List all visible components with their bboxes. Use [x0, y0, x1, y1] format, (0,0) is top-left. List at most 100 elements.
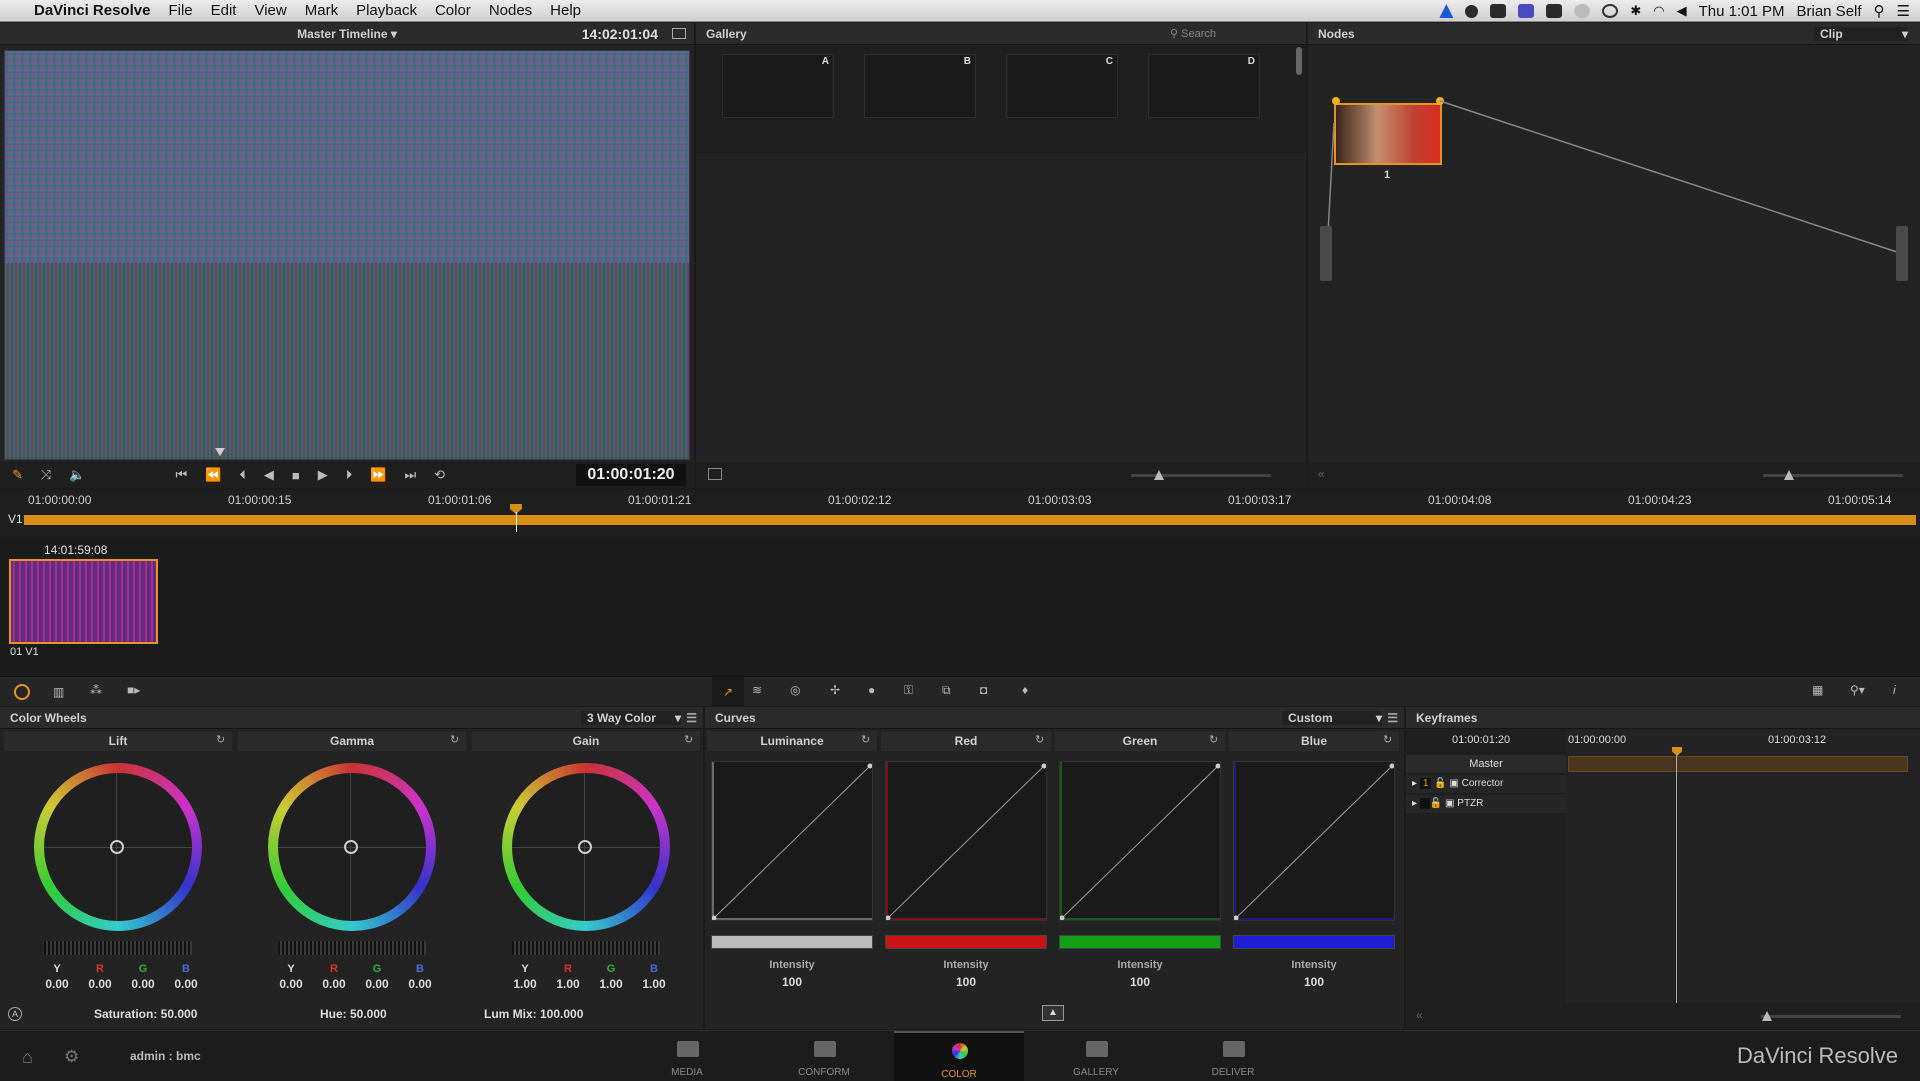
scopes-icon[interactable]: ▥	[53, 685, 64, 699]
master-wheel-gain[interactable]	[512, 941, 660, 955]
reset-icon[interactable]: ↻	[861, 733, 870, 746]
hue-value[interactable]: Hue: 50.000	[320, 1007, 387, 1021]
gamma-b-value[interactable]: 0.00	[403, 977, 437, 991]
record-icon[interactable]	[1465, 4, 1479, 18]
reset-icon[interactable]: ↻	[450, 733, 459, 746]
menu-nodes[interactable]: Nodes	[489, 2, 532, 19]
keyframe-playhead[interactable]	[1672, 747, 1682, 756]
curve-graph-red[interactable]	[885, 761, 1047, 921]
sizing-icon[interactable]: ⧉	[942, 683, 951, 698]
lift-y-value[interactable]: 0.00	[40, 977, 74, 991]
curve-gradient-green[interactable]	[1059, 935, 1221, 949]
menu-edit[interactable]: Edit	[211, 2, 237, 19]
go-to-end-icon[interactable]: ⏭	[404, 467, 416, 483]
home-icon[interactable]: ⌂	[22, 1047, 33, 1068]
gallery-still-c[interactable]: C	[1006, 54, 1118, 118]
reset-icon[interactable]: ↻	[1035, 733, 1044, 746]
curve-graph-green[interactable]	[1059, 761, 1221, 921]
gamma-g-value[interactable]: 0.00	[360, 977, 394, 991]
page-gallery[interactable]: GALLERY	[1031, 1031, 1161, 1081]
volume-icon[interactable]: ◀	[1677, 3, 1687, 19]
sync-icon[interactable]	[1546, 4, 1563, 18]
node-source-input[interactable]	[1320, 226, 1332, 281]
shuffle-icon[interactable]: ⤨	[41, 467, 51, 483]
camera-icon[interactable]: ■▸	[127, 683, 140, 697]
keyframe-zoom-slider[interactable]	[1761, 1015, 1901, 1018]
blur-icon[interactable]: ●	[868, 683, 875, 697]
spotlight-icon[interactable]: ⚲	[1874, 2, 1885, 20]
curve-graph-blue[interactable]	[1233, 761, 1395, 921]
collapse-icon[interactable]: «	[1416, 1008, 1423, 1022]
go-to-start-icon[interactable]: ⏮	[176, 467, 188, 483]
gallery-view-icon[interactable]	[708, 468, 722, 480]
bubble-icon[interactable]	[1574, 4, 1591, 18]
collapse-icon[interactable]: «	[1318, 467, 1325, 481]
keyframe-row-master[interactable]: Master	[1406, 755, 1566, 773]
color-wheels-palette-icon[interactable]	[14, 684, 30, 700]
gain-y-value[interactable]: 1.00	[508, 977, 542, 991]
hsl-qualifier-icon[interactable]: ≋	[752, 683, 762, 697]
gallery-still-a[interactable]: A	[722, 54, 834, 118]
page-deliver[interactable]: DELIVER	[1168, 1031, 1298, 1081]
wheel-center-handle[interactable]	[344, 840, 358, 854]
timeline-ruler[interactable]: 01:00:00:00 01:00:00:15 01:00:01:06 01:0…	[0, 490, 1920, 538]
motion-icon[interactable]: ⁂	[90, 683, 102, 697]
wifi-icon[interactable]: ◠	[1653, 3, 1664, 19]
wheel-center-handle[interactable]	[110, 840, 124, 854]
wheel-mode-select[interactable]: 3 Way Color ▾	[581, 710, 681, 725]
panel-menu-icon[interactable]: ☰	[686, 711, 697, 725]
expand-icon[interactable]: ▲	[1042, 1005, 1064, 1021]
intensity-value-green[interactable]: 100	[1055, 975, 1225, 989]
menu-help[interactable]: Help	[550, 2, 581, 19]
node-zoom-slider[interactable]	[1763, 474, 1903, 477]
wheel-center-handle[interactable]	[578, 840, 592, 854]
next-frame-icon[interactable]: ⏵	[346, 467, 353, 483]
curve-gradient-red[interactable]	[885, 935, 1047, 949]
grid-icon[interactable]: ▦	[1812, 683, 1823, 697]
user-name[interactable]: Brian Self	[1797, 3, 1862, 20]
menu-view[interactable]: View	[254, 2, 286, 19]
page-color[interactable]: COLOR	[894, 1031, 1024, 1081]
page-media[interactable]: MEDIA	[622, 1031, 752, 1081]
curve-gradient-blue[interactable]	[1233, 935, 1395, 949]
audio-icon[interactable]: 🔈	[69, 467, 85, 483]
gallery-search[interactable]: ⚲ Search	[1170, 27, 1216, 40]
curves-mode-select[interactable]: Custom ▾	[1282, 710, 1382, 725]
app-name[interactable]: DaVinci Resolve	[34, 2, 150, 19]
gamma-r-value[interactable]: 0.00	[317, 977, 351, 991]
clock[interactable]: Thu 1:01 PM	[1699, 3, 1785, 20]
lift-r-value[interactable]: 0.00	[83, 977, 117, 991]
list-icon[interactable]: ☰	[1897, 2, 1910, 20]
gain-b-value[interactable]: 1.00	[637, 977, 671, 991]
lift-b-value[interactable]: 0.00	[169, 977, 203, 991]
reset-icon[interactable]: ↻	[1383, 733, 1392, 746]
saturation-value[interactable]: Saturation: 50.000	[94, 1007, 197, 1021]
keyframe-row-corrector[interactable]: ▸ 1 🔓 ▣ Corrector	[1406, 775, 1566, 793]
master-wheel-gamma[interactable]	[278, 941, 426, 955]
key-icon[interactable]: ⚿	[904, 683, 913, 698]
menu-file[interactable]: File	[168, 2, 192, 19]
rewind-icon[interactable]: ⏪	[205, 467, 221, 483]
dropper-icon[interactable]: ♦	[1022, 683, 1028, 697]
page-conform[interactable]: CONFORM	[759, 1031, 889, 1081]
timeline-selector[interactable]: Master Timeline ▾	[297, 27, 397, 41]
menu-mark[interactable]: Mark	[305, 2, 338, 19]
panel-menu-icon[interactable]: ☰	[1387, 711, 1398, 725]
clip-thumbnail[interactable]	[9, 559, 158, 644]
fast-forward-icon[interactable]: ⏩	[370, 467, 386, 483]
tracker-icon[interactable]: ✢	[830, 683, 840, 697]
info-icon[interactable]: i	[1893, 683, 1896, 697]
zoom-icon[interactable]: ⚲▾	[1850, 683, 1865, 697]
app-status-icon[interactable]	[1518, 4, 1535, 18]
curve-gradient-luminance[interactable]	[711, 935, 873, 949]
gain-g-value[interactable]: 1.00	[594, 977, 628, 991]
reset-icon[interactable]: ↻	[1209, 733, 1218, 746]
display-icon[interactable]	[1490, 4, 1507, 18]
reset-icon[interactable]: ↻	[684, 733, 693, 746]
curve-graph-luminance[interactable]	[711, 761, 873, 921]
intensity-value-blue[interactable]: 100	[1229, 975, 1399, 989]
menu-playback[interactable]: Playback	[356, 2, 417, 19]
lum-mix-value[interactable]: Lum Mix: 100.000	[484, 1007, 583, 1021]
gallery-still-b[interactable]: B	[864, 54, 976, 118]
stop-icon[interactable]: ■	[292, 468, 300, 483]
